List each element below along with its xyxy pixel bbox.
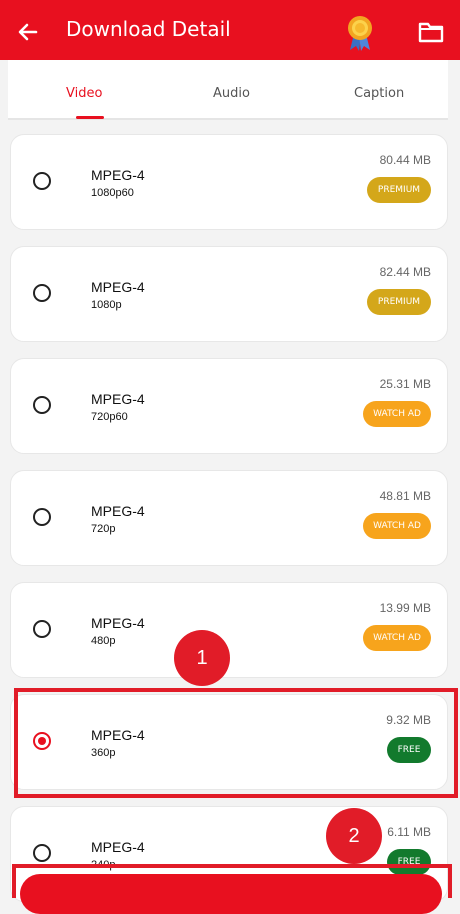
active-tab-indicator	[76, 116, 104, 119]
premium-badge: PREMIUM	[367, 177, 431, 203]
page-title: Download Detail	[66, 17, 231, 41]
resolution-label: 720p60	[91, 411, 128, 423]
app-bar: Download Detail	[0, 0, 460, 60]
watch-ad-badge: WATCH AD	[363, 625, 431, 651]
folder-button[interactable]	[418, 20, 444, 44]
format-label: MPEG-4	[91, 839, 145, 855]
file-size: 13.99 MB	[379, 601, 431, 615]
folder-icon	[418, 22, 444, 43]
tab-bar: Video Audio Caption	[8, 60, 448, 120]
radio-button[interactable]	[33, 172, 51, 190]
file-size: 6.11 MB	[387, 825, 431, 839]
premium-award-button[interactable]	[344, 14, 376, 52]
step-marker: 2	[326, 808, 382, 864]
file-size: 48.81 MB	[379, 489, 431, 503]
tab-audio[interactable]: Audio	[213, 86, 250, 101]
resolution-label: 1080p60	[91, 187, 134, 199]
award-medal-icon	[348, 16, 372, 51]
download-option[interactable]: MPEG-4 1080p60 80.44 MB PREMIUM	[10, 134, 448, 230]
format-label: MPEG-4	[91, 167, 145, 183]
resolution-label: 1080p	[91, 299, 122, 311]
file-size: 82.44 MB	[379, 265, 431, 279]
tab-video[interactable]: Video	[66, 86, 102, 101]
format-label: MPEG-4	[91, 391, 145, 407]
highlight-box-selected-option	[14, 688, 458, 798]
watch-ad-badge: WATCH AD	[363, 401, 431, 427]
file-size: 25.31 MB	[379, 377, 431, 391]
premium-badge: PREMIUM	[367, 289, 431, 315]
back-arrow-icon	[18, 23, 38, 41]
radio-button[interactable]	[33, 844, 51, 862]
radio-button[interactable]	[33, 396, 51, 414]
resolution-label: 720p	[91, 523, 116, 535]
format-label: MPEG-4	[91, 503, 145, 519]
radio-button[interactable]	[33, 508, 51, 526]
back-button[interactable]	[14, 18, 42, 46]
resolution-label: 480p	[91, 635, 116, 647]
radio-button[interactable]	[33, 284, 51, 302]
download-option[interactable]: MPEG-4 1080p 82.44 MB PREMIUM	[10, 246, 448, 342]
download-option[interactable]: MPEG-4 720p60 25.31 MB WATCH AD	[10, 358, 448, 454]
format-label: MPEG-4	[91, 279, 145, 295]
download-option[interactable]: MPEG-4 720p 48.81 MB WATCH AD	[10, 470, 448, 566]
radio-button[interactable]	[33, 620, 51, 638]
highlight-box-download-button	[12, 864, 452, 898]
watch-ad-badge: WATCH AD	[363, 513, 431, 539]
tab-caption[interactable]: Caption	[354, 86, 404, 101]
format-label: MPEG-4	[91, 615, 145, 631]
step-marker: 1	[174, 630, 230, 686]
file-size: 80.44 MB	[379, 153, 431, 167]
